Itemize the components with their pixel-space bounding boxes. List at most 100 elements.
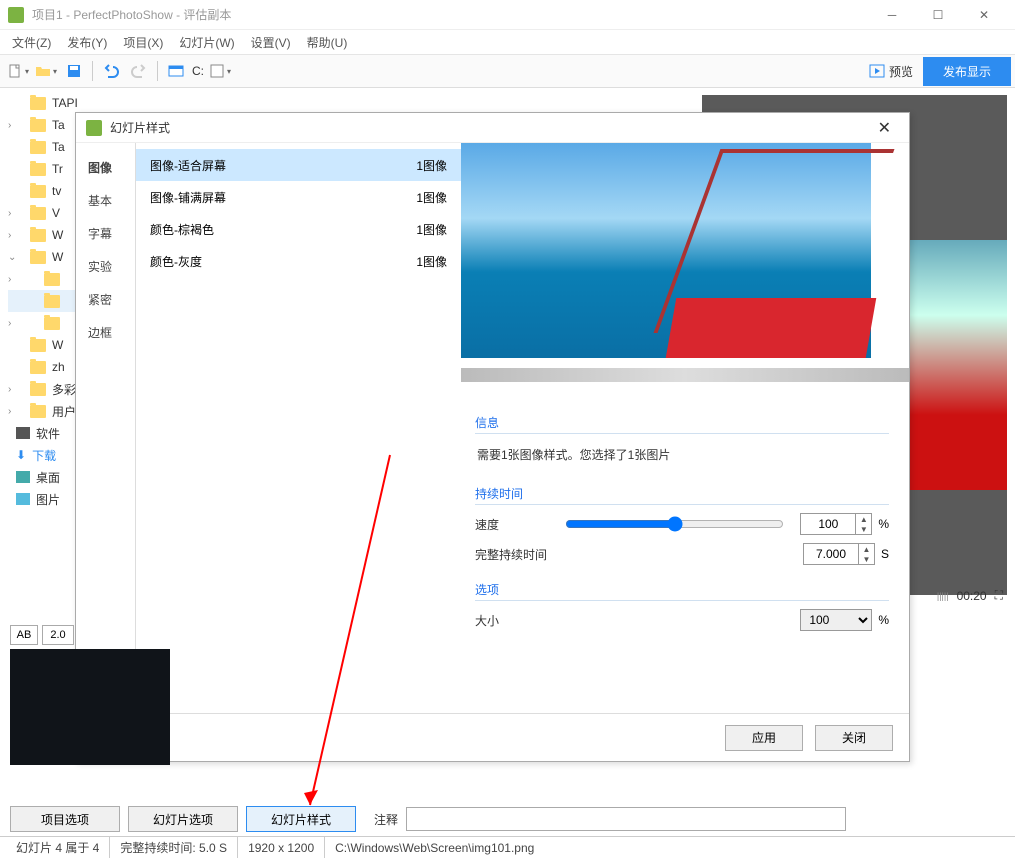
info-text: 需要1张图像样式。您选择了1张图片	[475, 442, 889, 469]
tree-label: zh	[52, 360, 65, 374]
new-button[interactable]: ▾	[6, 59, 30, 83]
tree-label: 用户	[52, 403, 76, 420]
speed-label: 速度	[475, 516, 565, 533]
toolbar: ▾ ▾ C: ▾ 预览 发布显示	[0, 54, 1015, 88]
status-bar: 幻灯片 4 属于 4 完整持续时间: 5.0 S 1920 x 1200 C:\…	[0, 836, 1015, 858]
tree-label: TAPI	[52, 96, 78, 110]
style-count: 1图像	[416, 253, 447, 270]
save-button[interactable]	[62, 59, 86, 83]
full-duration-input[interactable]	[803, 543, 859, 565]
play-icon	[869, 63, 885, 79]
size-select[interactable]: 100	[800, 609, 872, 631]
menu-slide[interactable]: 幻灯片(W)	[171, 32, 242, 53]
close-button[interactable]: ✕	[961, 0, 1007, 30]
tree-label: 图片	[36, 491, 60, 508]
tree-label: W	[52, 228, 63, 242]
slide-style-dialog: 幻灯片样式 ✕ 图像 基本 字幕 实验 紧密 边框 图像-适合屏幕1图像 图像-…	[75, 112, 910, 762]
dialog-title: 幻灯片样式	[110, 119, 870, 136]
size-label: 大小	[475, 612, 565, 629]
menu-publish[interactable]: 发布(Y)	[59, 32, 115, 53]
menu-settings[interactable]: 设置(V)	[243, 32, 299, 53]
view-button[interactable]: ▾	[208, 59, 232, 83]
fullscreen-icon[interactable]: ⛶	[995, 588, 1003, 603]
speed-spinner[interactable]: ▲▼	[856, 513, 872, 535]
slide-options-button[interactable]: 幻灯片选项	[128, 806, 238, 832]
sidebar-tab-experiment[interactable]: 实验	[76, 250, 135, 283]
redo-button[interactable]	[127, 59, 151, 83]
undo-button[interactable]	[99, 59, 123, 83]
close-dialog-button[interactable]: 关闭	[815, 725, 893, 751]
size-unit: %	[878, 613, 889, 627]
status-slide: 幻灯片 4 属于 4	[6, 837, 110, 858]
ab-button[interactable]: AB	[10, 625, 38, 645]
maximize-button[interactable]: ☐	[915, 0, 961, 30]
full-duration-unit: S	[881, 547, 889, 561]
tree-label: tv	[52, 184, 61, 198]
preview-label: 预览	[889, 63, 913, 80]
options-header: 选项	[475, 575, 889, 600]
menu-project[interactable]: 项目(X)	[115, 32, 171, 53]
apply-button[interactable]: 应用	[725, 725, 803, 751]
minimize-button[interactable]: ─	[869, 0, 915, 30]
project-options-button[interactable]: 项目选项	[10, 806, 120, 832]
style-row[interactable]: 颜色-棕褐色1图像	[136, 213, 461, 245]
drive-letter[interactable]: C:	[192, 59, 204, 83]
speed-input[interactable]	[800, 513, 856, 535]
thumbnail-area: AB 2.0	[10, 625, 170, 765]
tree-label: 软件	[36, 425, 60, 442]
tree-label: 桌面	[36, 469, 60, 486]
style-name: 图像-适合屏幕	[150, 157, 416, 174]
tree-label: V	[52, 206, 60, 220]
menu-help[interactable]: 帮助(U)	[299, 32, 356, 53]
sidebar-tab-caption[interactable]: 字幕	[76, 217, 135, 250]
status-path: C:\Windows\Web\Screen\img101.png	[325, 837, 544, 858]
style-name: 图像-铺满屏幕	[150, 189, 416, 206]
slide-thumbnail[interactable]	[10, 649, 170, 765]
note-label: 注释	[374, 811, 398, 828]
note-input[interactable]	[406, 807, 846, 831]
explorer-button[interactable]	[164, 59, 188, 83]
sidebar-tab-image[interactable]: 图像	[76, 151, 135, 184]
tree-label: W	[52, 250, 63, 264]
app-icon	[8, 7, 24, 23]
style-row[interactable]: 图像-适合屏幕1图像	[136, 149, 461, 181]
style-preview-image	[461, 143, 871, 358]
open-button[interactable]: ▾	[34, 59, 58, 83]
dialog-icon	[86, 120, 102, 136]
dialog-titlebar[interactable]: 幻灯片样式 ✕	[76, 113, 909, 143]
style-list[interactable]: 图像-适合屏幕1图像 图像-铺满屏幕1图像 颜色-棕褐色1图像 颜色-灰度1图像	[136, 143, 461, 713]
timeline-time: ||||| 00:20 ⛶	[937, 588, 1003, 603]
speed-unit: %	[878, 517, 889, 531]
info-header: 信息	[475, 408, 889, 433]
preview-button[interactable]: 预览	[859, 59, 923, 84]
title-bar: 项目1 - PerfectPhotoShow - 评估副本 ─ ☐ ✕	[0, 0, 1015, 30]
preview-scrubber[interactable]	[461, 368, 909, 382]
tree-label: Ta	[52, 140, 65, 154]
style-name: 颜色-灰度	[150, 253, 416, 270]
style-row[interactable]: 图像-铺满屏幕1图像	[136, 181, 461, 213]
menu-file[interactable]: 文件(Z)	[4, 32, 59, 53]
full-duration-spinner[interactable]: ▲▼	[859, 543, 875, 565]
style-count: 1图像	[416, 157, 447, 174]
time-label: 00:20	[957, 589, 987, 603]
sidebar-tab-basic[interactable]: 基本	[76, 184, 135, 217]
status-resolution: 1920 x 1200	[238, 837, 325, 858]
tree-label: 多彩	[52, 381, 76, 398]
bottom-button-bar: 项目选项 幻灯片选项 幻灯片样式 注释	[10, 806, 846, 832]
style-name: 颜色-棕褐色	[150, 221, 416, 238]
sidebar-tab-compact[interactable]: 紧密	[76, 283, 135, 316]
full-duration-label: 完整持续时间	[475, 546, 565, 563]
slide-style-button[interactable]: 幻灯片样式	[246, 806, 356, 832]
publish-button[interactable]: 发布显示	[923, 57, 1011, 86]
zoom-level[interactable]: 2.0	[42, 625, 74, 645]
style-count: 1图像	[416, 189, 447, 206]
tree-label: 下载	[32, 447, 56, 464]
sidebar-tab-border[interactable]: 边框	[76, 316, 135, 349]
tree-label: W	[52, 338, 63, 352]
tree-label: Ta	[52, 118, 65, 132]
duration-header: 持续时间	[475, 479, 889, 504]
dialog-close-button[interactable]: ✕	[870, 114, 899, 142]
style-row[interactable]: 颜色-灰度1图像	[136, 245, 461, 277]
speed-slider[interactable]	[565, 516, 784, 532]
window-title: 项目1 - PerfectPhotoShow - 评估副本	[32, 6, 869, 23]
